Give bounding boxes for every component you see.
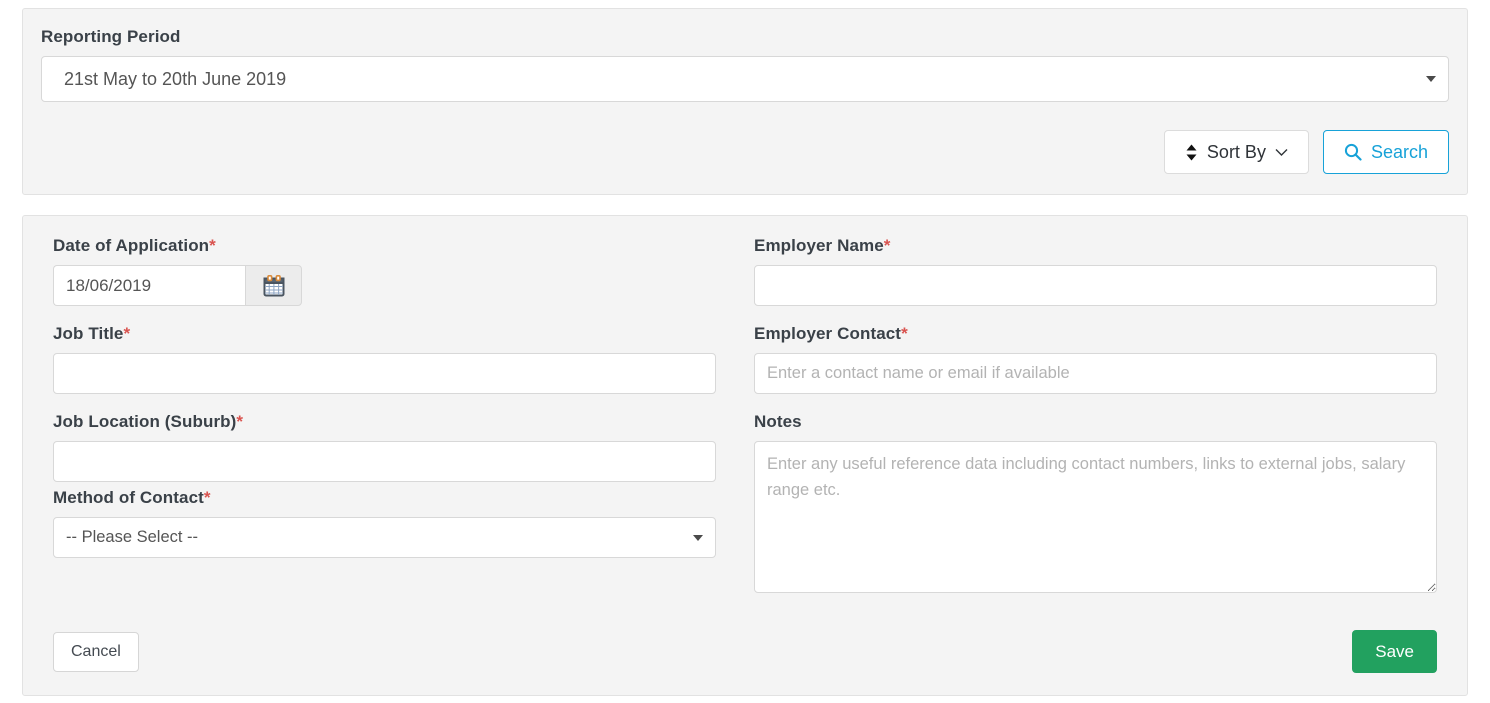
form-grid: Date of Application* 18/06/2019 Job Titl… [53,236,1437,616]
reporting-period-label: Reporting Period [41,27,181,46]
method-of-contact-select-wrapper[interactable]: -- Please Select -- [53,517,716,558]
notes-label: Notes [754,412,802,431]
search-actions-row: Sort By Search [41,130,1449,174]
required-asterisk: * [123,324,131,343]
job-title-input[interactable] [53,353,716,394]
field-notes: Notes [754,412,1437,598]
sort-updown-icon [1185,144,1198,161]
employer-name-label-text: Employer Name [754,236,884,255]
required-asterisk: * [209,236,216,255]
application-form-panel: Date of Application* 18/06/2019 Job Titl… [22,215,1468,696]
method-of-contact-label: Method of Contact* [53,488,716,508]
employer-contact-label-text: Employer Contact [754,324,902,343]
job-location-label: Job Location (Suburb)* [53,412,716,432]
field-employer-contact: Employer Contact* [754,324,1437,394]
required-asterisk: * [236,412,244,431]
search-button[interactable]: Search [1322,130,1449,174]
date-of-application-label: Date of Application* [53,236,716,256]
field-employer-name: Employer Name* [754,236,1437,306]
save-button[interactable]: Save [1352,630,1437,673]
cancel-button[interactable]: Cancel [53,631,139,672]
job-location-input[interactable] [53,441,716,482]
job-title-label: Job Title* [53,324,716,344]
form-left-column: Date of Application* 18/06/2019 Job Titl… [53,236,716,616]
field-job-title: Job Title* [53,324,716,394]
method-of-contact-label-text: Method of Contact [53,488,204,507]
job-title-label-text: Job Title [53,324,124,343]
date-of-application-label-text: Date of Application [53,236,210,255]
reporting-period-select[interactable]: 21st May to 20th June 2019 [41,56,1449,102]
search-icon [1344,143,1362,161]
page-container: Reporting Period 21st May to 20th June 2… [0,0,1490,696]
search-panel: Reporting Period 21st May to 20th June 2… [22,8,1468,195]
calendar-picker-button[interactable] [245,265,302,306]
date-input-group [53,265,302,306]
employer-contact-label: Employer Contact* [754,324,1437,344]
required-asterisk: * [883,236,891,255]
notes-textarea[interactable] [754,441,1437,593]
date-of-application-input[interactable] [53,265,245,306]
field-method-of-contact: Method of Contact* -- Please Select -- [53,488,716,558]
employer-name-input[interactable] [754,265,1437,306]
required-asterisk: * [203,488,211,507]
sort-by-label: Sort By [1206,141,1266,162]
form-right-column: Employer Name* Employer Contact* Notes [754,236,1437,616]
sort-by-button[interactable]: Sort By [1163,130,1309,174]
required-asterisk: * [901,324,908,343]
reporting-period-select-wrapper[interactable]: 21st May to 20th June 2019 [41,56,1449,102]
job-location-label-text: Job Location (Suburb) [53,412,237,431]
field-date-of-application: Date of Application* [53,236,716,306]
form-footer: Cancel Save [53,630,1437,673]
field-job-location: Job Location (Suburb)* [53,412,716,482]
calendar-icon [262,274,286,298]
employer-contact-input[interactable] [754,353,1437,394]
employer-name-label: Employer Name* [754,236,1437,256]
search-label: Search [1370,141,1428,162]
method-of-contact-select[interactable]: -- Please Select -- [53,517,716,558]
chevron-down-icon [1275,148,1288,157]
